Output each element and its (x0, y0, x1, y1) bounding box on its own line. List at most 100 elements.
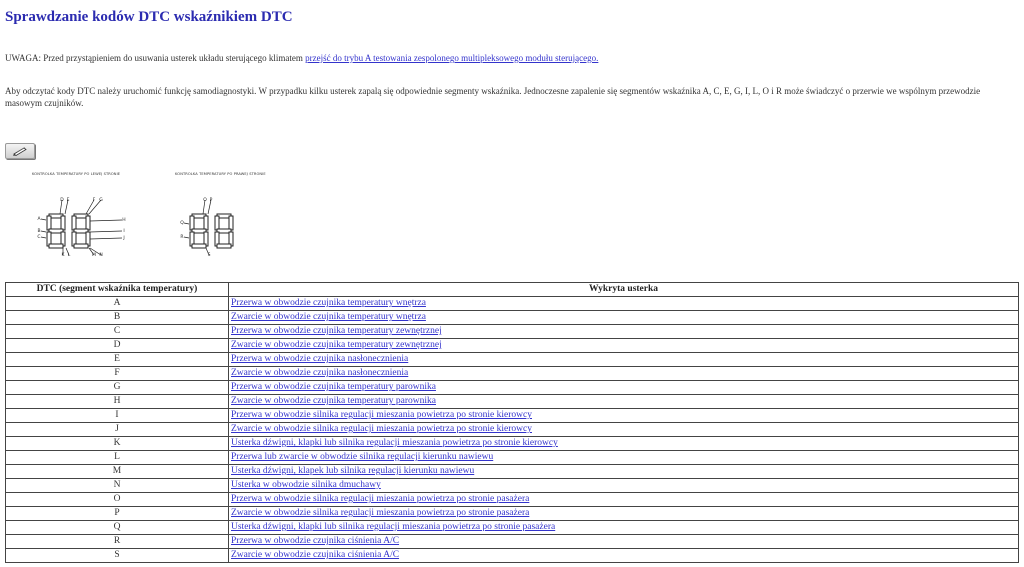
table-row: K Usterka dźwigni, klapki lub silnika reg… (5, 436, 1019, 451)
fault-link[interactable]: Usterka dźwigni, klapki lub silnika regu… (231, 438, 558, 448)
fault-link[interactable]: Przerwa w obwodzie czujnika temperatury … (231, 326, 442, 336)
dtc-code-cell: H (5, 394, 229, 409)
fault-cell: Zwarcie w obwodzie czujnika temperatury … (228, 310, 1019, 325)
segment-label: J (122, 235, 124, 241)
fault-link[interactable]: Zwarcie w obwodzie silnika regulacji mie… (231, 424, 532, 434)
left-segment-display: ABC D E F G HIJ K L M N (37, 197, 125, 258)
fault-link[interactable]: Przerwa w obwodzie silnika regulacji mie… (231, 410, 532, 420)
dtc-table-body: A Przerwa w obwodzie czujnika temperatury… (5, 296, 1019, 563)
right-indicator-diagram: KONTROLKA TEMPERATURY PO PRAWEJ STRONIE … (175, 172, 285, 262)
header-fault: Wykryta usterka (228, 282, 1019, 297)
leader-line (40, 230, 47, 233)
dtc-code-cell: B (5, 310, 229, 325)
warning-text: UWAGA: Przed przystąpieniem do usuwania … (5, 53, 306, 63)
dtc-code-cell: F (5, 366, 229, 381)
leader-line (89, 237, 123, 240)
fault-cell: Przerwa w obwodzie czujnika temperatury … (228, 380, 1019, 395)
dtc-code-cell: G (5, 380, 229, 395)
fault-cell: Zwarcie w obwodzie silnika regulacji mie… (228, 422, 1019, 437)
table-row: M Usterka dźwigni, klapek lub silnika reg… (5, 464, 1019, 479)
header-dtc: DTC (segment wskaźnika temperatury) (5, 282, 229, 297)
segment-label: K (62, 252, 66, 258)
segment-label: M (92, 252, 96, 258)
dtc-code-cell: S (5, 548, 229, 563)
table-row: S Zwarcie w obwodzie czujnika ciśnienia A… (5, 548, 1019, 563)
segment-label: F (93, 197, 96, 203)
left-indicator-diagram: KONTROLKA TEMPERATURY PO LEWEJ STRONIE A… (32, 172, 142, 262)
leader-line (40, 218, 47, 221)
leader-line (183, 236, 190, 239)
fault-link[interactable]: Przerwa w obwodzie czujnika nasłonecznie… (231, 354, 408, 364)
leader-line (89, 230, 123, 233)
fault-link[interactable]: Przerwa w obwodzie czujnika temperatury … (231, 382, 436, 392)
table-row: I Przerwa w obwodzie silnika regulacji mi… (5, 408, 1019, 423)
right-segment-display: O P Q R S (180, 197, 234, 258)
table-row: O Przerwa w obwodzie silnika regulacji mi… (5, 492, 1019, 507)
display-segment (85, 215, 91, 231)
segment-label: L (68, 252, 71, 258)
segment-label: R (180, 234, 183, 240)
table-row: E Przerwa w obwodzie czujnika nasłoneczni… (5, 352, 1019, 367)
fault-link[interactable]: Zwarcie w obwodzie czujnika nasłonecznie… (231, 368, 408, 378)
leader-line (89, 219, 123, 222)
fault-link[interactable]: Usterka w obwodzie silnika dmuchawy (231, 480, 381, 490)
dtc-code-cell: R (5, 534, 229, 549)
edit-button[interactable] (5, 143, 35, 159)
display-segment (73, 243, 89, 249)
fault-link[interactable]: Usterka dźwigni, klapek lub silnika regu… (231, 466, 474, 476)
fault-cell: Zwarcie w obwodzie czujnika ciśnienia A/… (228, 548, 1019, 563)
segment-label: C (37, 234, 40, 240)
fault-cell: Zwarcie w obwodzie czujnika nasłonecznie… (228, 366, 1019, 381)
fault-link[interactable]: Usterka dźwigni, klapki lub silnika regu… (231, 522, 555, 532)
fault-link[interactable]: Przerwa w obwodzie czujnika temperatury … (231, 298, 426, 308)
display-segment (228, 215, 234, 231)
dtc-code-cell: J (5, 422, 229, 437)
segment-label: G (99, 197, 103, 203)
segment-label: Q (180, 220, 184, 226)
fault-cell: Przerwa w obwodzie czujnika nasłonecznie… (228, 352, 1019, 367)
table-row: C Przerwa w obwodzie czujnika temperatury… (5, 324, 1019, 339)
fault-cell: Przerwa w obwodzie czujnika temperatury … (228, 324, 1019, 339)
segment-label: N (99, 252, 102, 258)
fault-link[interactable]: Zwarcie w obwodzie czujnika temperatury … (231, 312, 426, 322)
display-segment (60, 215, 66, 231)
fault-link[interactable]: Zwarcie w obwodzie czujnika temperatury … (231, 340, 442, 350)
segment-label: E (67, 197, 70, 203)
dtc-code-cell: C (5, 324, 229, 339)
fault-link[interactable]: Zwarcie w obwodzie czujnika ciśnienia A/… (231, 550, 399, 560)
fault-cell: Zwarcie w obwodzie silnika regulacji mie… (228, 506, 1019, 521)
table-row: N Usterka w obwodzie silnika dmuchawy (5, 478, 1019, 493)
table-row: D Zwarcie w obwodzie czujnika temperatury… (5, 338, 1019, 353)
dtc-code-cell: L (5, 450, 229, 465)
warning-paragraph: UWAGA: Przed przystąpieniem do usuwania … (5, 52, 1015, 64)
table-row: J Zwarcie w obwodzie silnika regulacji mi… (5, 422, 1019, 437)
fault-link[interactable]: Zwarcie w obwodzie czujnika temperatury … (231, 396, 436, 406)
dtc-code-cell: Q (5, 520, 229, 535)
table-row: H Zwarcie w obwodzie czujnika temperatury… (5, 394, 1019, 409)
segment-label: D (60, 197, 64, 203)
fault-link[interactable]: Zwarcie w obwodzie silnika regulacji mie… (231, 508, 529, 518)
table-row: Q Usterka dźwigni, klapki lub silnika reg… (5, 520, 1019, 535)
fault-cell: Przerwa w obwodzie czujnika temperatury … (228, 296, 1019, 311)
page-title: Sprawdzanie kodów DTC wskaźnikiem DTC (5, 9, 293, 25)
fault-link[interactable]: Przerwa w obwodzie silnika regulacji mie… (231, 494, 529, 504)
segment-label: A (37, 216, 41, 222)
table-row: B Zwarcie w obwodzie czujnika temperatury… (5, 310, 1019, 325)
fault-cell: Przerwa w obwodzie silnika regulacji mie… (228, 492, 1019, 507)
info-paragraph: Aby odczytać kody DTC należy uruchomić f… (5, 86, 981, 108)
display-segment (71, 215, 77, 231)
segment-label: O (203, 197, 207, 203)
segment-label: I (123, 228, 124, 234)
table-row: A Przerwa w obwodzie czujnika temperatury… (5, 296, 1019, 311)
fault-cell: Usterka dźwigni, klapki lub silnika regu… (228, 520, 1019, 535)
dtc-code-cell: A (5, 296, 229, 311)
fault-link[interactable]: Przerwa w obwodzie czujnika ciśnienia A/… (231, 536, 399, 546)
display-segment (189, 215, 195, 231)
display-segment (214, 215, 220, 231)
test-mode-a-link[interactable]: przejść do trybu A testowania zespoloneg… (305, 53, 598, 63)
fault-link[interactable]: Przerwa lub zwarcie w obwodzie silnika r… (231, 452, 493, 462)
dtc-code-cell: P (5, 506, 229, 521)
dtc-code-cell: O (5, 492, 229, 507)
display-segment (46, 215, 52, 231)
dtc-code-cell: M (5, 464, 229, 479)
